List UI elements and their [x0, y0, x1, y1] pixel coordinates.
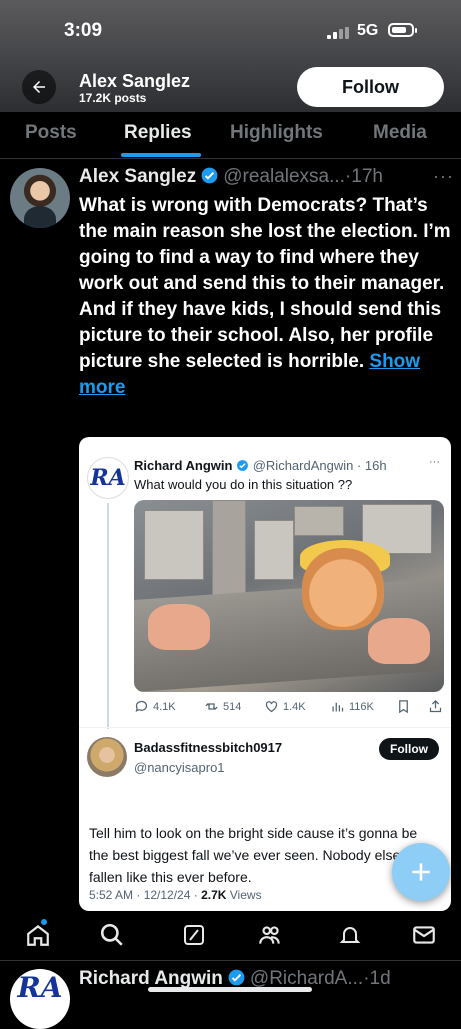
embedded-author: Richard Angwin	[134, 458, 233, 473]
nav-home[interactable]	[24, 921, 52, 949]
bookmark-icon	[399, 700, 408, 714]
next-post-author: Richard Angwin	[79, 968, 223, 989]
reply-views-label: Views	[226, 888, 262, 902]
reply-avatar	[87, 737, 127, 777]
divider	[79, 727, 451, 728]
repost-icon	[205, 703, 218, 710]
network-label: 5G	[357, 22, 379, 39]
nav-messages[interactable]	[410, 921, 438, 949]
views-icon	[332, 702, 344, 712]
signal-icon	[327, 27, 351, 39]
reply-action: 4.1K	[134, 699, 176, 714]
share-icon	[429, 699, 442, 713]
embedded-header: Richard Angwin @RichardAngwin · 16h	[134, 458, 387, 473]
back-button[interactable]	[22, 70, 56, 104]
post-body: What is wrong with Democrats? That’s the…	[79, 193, 451, 401]
post-handle: @realalexsa...	[223, 166, 345, 187]
reply-follow-button: Follow	[379, 738, 439, 760]
search-icon	[100, 923, 123, 946]
reply-author: Badassfitnessbitch0917	[134, 740, 283, 755]
views-action: 116K	[330, 699, 374, 714]
next-post-handle: @RichardA...	[249, 968, 364, 989]
post-text: What is wrong with Democrats? That’s the…	[79, 195, 451, 372]
bookmark-action	[396, 699, 411, 714]
battery-icon	[388, 23, 417, 37]
tab-media[interactable]: Media	[373, 122, 427, 144]
reply-count: 4.1K	[153, 700, 176, 713]
reply-icon	[135, 700, 148, 713]
bell-icon	[339, 927, 361, 943]
mail-icon	[413, 926, 435, 944]
tab-replies[interactable]: Replies	[124, 122, 192, 144]
repost-count: 514	[223, 700, 242, 713]
verified-badge-icon	[228, 969, 245, 986]
repost-action: 514	[204, 699, 241, 714]
embedded-text: What would you do in this situation ??	[134, 477, 353, 492]
posts-count: 17.2K posts	[79, 91, 147, 105]
status-time: 3:09	[64, 20, 103, 41]
nav-communities[interactable]	[256, 921, 284, 949]
plus-icon	[412, 863, 430, 881]
notification-dot	[41, 919, 47, 925]
verified-badge-icon	[237, 460, 249, 471]
post-time: ·17h	[344, 166, 383, 187]
views-count: 116K	[349, 700, 374, 713]
reply-views-count: 2.7K	[201, 888, 227, 902]
nav-search[interactable]	[98, 921, 126, 949]
profile-name: Alex Sanglez	[79, 71, 191, 91]
embedded-avatar: RA	[87, 457, 129, 499]
active-tab-indicator	[121, 153, 201, 157]
tab-highlights[interactable]: Highlights	[230, 122, 323, 144]
grok-icon	[184, 925, 204, 945]
bottom-nav	[0, 915, 461, 960]
nav-notifications[interactable]	[336, 921, 364, 949]
avatar[interactable]	[10, 168, 70, 228]
profile-tabs: Posts Replies Highlights Media	[0, 112, 461, 159]
embedded-handle: @RichardAngwin · 16h	[252, 458, 387, 473]
follow-button[interactable]: Follow	[297, 67, 444, 107]
status-bar: 3:09 5G	[0, 0, 461, 60]
next-post-time: ·1d	[363, 968, 391, 989]
people-icon	[259, 926, 280, 944]
next-post-avatar: RA	[10, 969, 70, 1029]
heart-icon	[265, 701, 278, 713]
meme-image	[134, 500, 444, 692]
more-options-icon[interactable]: ···	[433, 166, 454, 187]
tab-posts[interactable]: Posts	[25, 122, 77, 144]
thread-line	[107, 503, 109, 729]
post-author[interactable]: Alex Sanglez	[79, 166, 196, 187]
reply-handle: @nancyisapro1	[134, 760, 225, 775]
embedded-action-bar: 4.1K 514 1.4K 116K	[134, 699, 446, 717]
reply-text: Tell him to look on the bright side caus…	[89, 825, 427, 885]
embedded-more-icon: ···	[429, 456, 440, 468]
like-action: 1.4K	[264, 699, 306, 714]
post-header: Alex Sanglez @realalexsa...·17h	[79, 166, 383, 188]
home-icon	[27, 924, 49, 946]
arrow-left-icon	[33, 81, 45, 93]
reply-timestamp: 5:52 AM · 12/12/24 ·	[89, 888, 202, 902]
verified-badge-icon	[201, 167, 218, 184]
embedded-screenshot[interactable]: RA Richard Angwin @RichardAngwin · 16h ·…	[79, 437, 451, 911]
like-count: 1.4K	[283, 700, 306, 713]
home-indicator	[148, 987, 312, 992]
reply-meta: 5:52 AM · 12/12/24 · 2.7K Views	[89, 888, 262, 902]
compose-button[interactable]	[392, 843, 450, 901]
share-action	[428, 699, 443, 714]
next-post[interactable]: RA Richard Angwin @RichardA...·1d	[0, 960, 461, 1029]
nav-grok[interactable]	[180, 921, 208, 949]
